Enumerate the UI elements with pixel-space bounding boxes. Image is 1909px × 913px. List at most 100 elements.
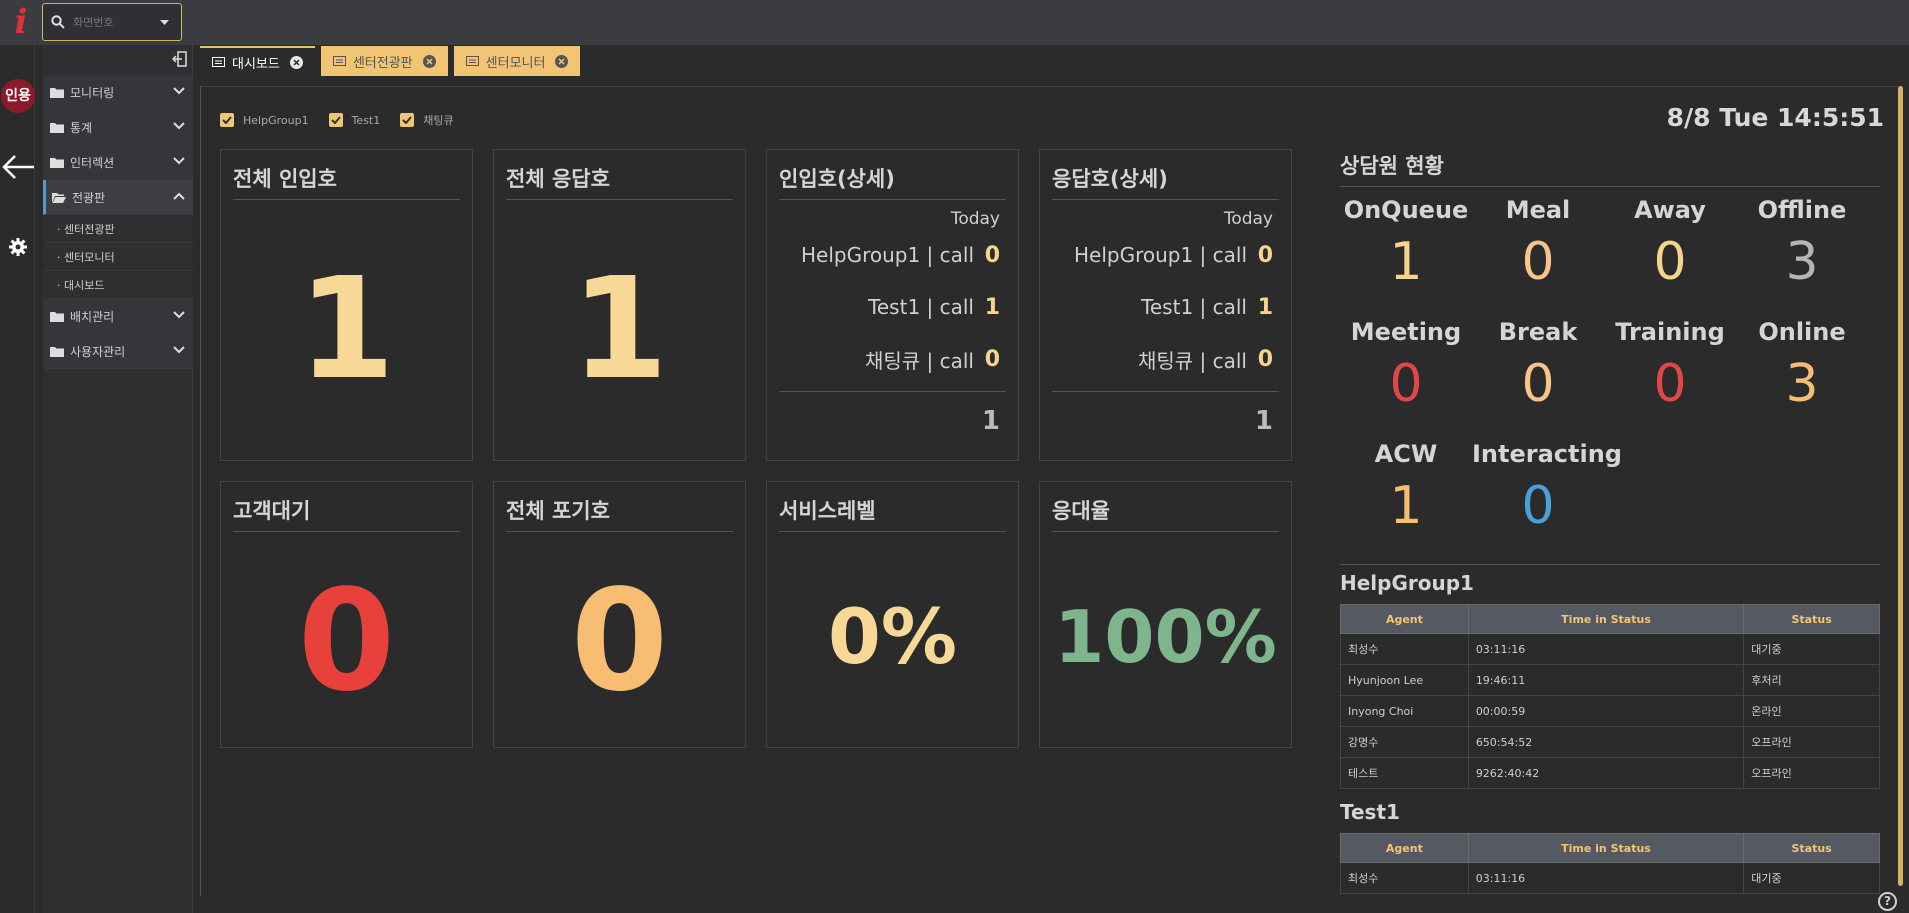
divider bbox=[1340, 564, 1880, 565]
table-cell: Inyong Choi bbox=[1340, 695, 1469, 727]
app-logo[interactable]: i bbox=[6, 2, 36, 42]
sidebar-collapse-icon[interactable] bbox=[170, 49, 190, 69]
agent-stat: Away 0 bbox=[1604, 193, 1736, 315]
queue-label: 채팅큐 | call bbox=[1137, 348, 1247, 373]
card-customer-waiting: 고객대기 0 bbox=[220, 481, 473, 748]
table-row[interactable]: Hyunjoon Lee 19:46:11 후처리 bbox=[1340, 664, 1880, 696]
column-header[interactable]: Status bbox=[1743, 833, 1880, 863]
table-cell: 00:00:59 bbox=[1467, 695, 1745, 727]
queue-value: 0 bbox=[984, 346, 1000, 372]
agent-stat: Training 0 bbox=[1604, 315, 1736, 437]
app-window: i 인용 모니터링 bbox=[0, 0, 1909, 913]
table-cell: 650:54:52 bbox=[1467, 726, 1745, 758]
checkbox-checked-icon[interactable] bbox=[220, 113, 234, 127]
sidebar-item-monitoring[interactable]: 모니터링 bbox=[43, 75, 193, 110]
sidebar-item-user-management[interactable]: 사용자관리 bbox=[43, 334, 193, 369]
column-header[interactable]: Time in Status bbox=[1467, 604, 1745, 634]
card-total-answered: 전체 응답호 1 bbox=[493, 149, 746, 461]
agent-stat-label: Away bbox=[1634, 196, 1706, 224]
scrollbar-thumb[interactable] bbox=[1898, 86, 1903, 886]
close-icon[interactable] bbox=[555, 54, 569, 68]
sidebar-subitem-center-monitor[interactable]: · 센터모니터 bbox=[43, 243, 193, 271]
tab-center-board[interactable]: 센터전광판 bbox=[320, 46, 448, 76]
agent-status-grid: OnQueue 1 Meal 0 Away 0 Offline 3 Meeting 0 Break 0… bbox=[1340, 193, 1880, 559]
table-row[interactable]: 최성수 03:11:16 대기중 bbox=[1340, 862, 1880, 894]
table-cell: 최성수 bbox=[1340, 633, 1469, 665]
sidebar-item-label: 모니터링 bbox=[70, 85, 115, 100]
queue-filters: HelpGroup1 Test1 채팅큐 bbox=[220, 112, 474, 128]
sidebar-menu: 모니터링 통계 인터렉션 전광판 · 센터전광판 · 센터모니터 · 대시보드 bbox=[43, 75, 193, 369]
column-header[interactable]: Agent bbox=[1340, 604, 1469, 634]
checkbox-checked-icon[interactable] bbox=[400, 113, 415, 127]
agent-stat: OnQueue 1 bbox=[1340, 193, 1472, 315]
window-icon bbox=[212, 57, 225, 67]
table-header-row: Agent Time in Status Status bbox=[1340, 833, 1880, 863]
sidebar-item-statistics[interactable]: 통계 bbox=[43, 110, 193, 145]
window-icon bbox=[332, 56, 346, 66]
close-icon[interactable] bbox=[422, 54, 436, 68]
sidebar-item-deployment[interactable]: 배치관리 bbox=[43, 299, 193, 334]
table-row[interactable]: 최성수 03:11:16 대기중 bbox=[1340, 633, 1880, 665]
gear-icon[interactable] bbox=[0, 232, 35, 262]
left-rail: 인용 bbox=[0, 45, 35, 913]
table-row[interactable]: 강명수 650:54:52 오프라인 bbox=[1340, 726, 1880, 758]
column-header[interactable]: Agent bbox=[1340, 833, 1469, 863]
dropdown-caret-icon[interactable] bbox=[153, 19, 175, 25]
sidebar-subitem-center-board[interactable]: · 센터전광판 bbox=[43, 215, 193, 243]
card-title: 응답호(상세) bbox=[1052, 163, 1279, 200]
period-label: Today bbox=[950, 209, 1000, 229]
sidebar-item-interaction[interactable]: 인터렉션 bbox=[43, 145, 193, 180]
screen-number-input[interactable] bbox=[73, 15, 153, 29]
checkbox-checked-icon[interactable] bbox=[328, 113, 343, 127]
screen-number-search[interactable] bbox=[42, 3, 182, 41]
period-label: Today bbox=[1223, 209, 1273, 229]
queue-value: 0 bbox=[1257, 346, 1273, 372]
agent-stat: ACW 1 bbox=[1340, 437, 1472, 559]
card-title: 서비스레벨 bbox=[779, 495, 1006, 532]
filter-test1[interactable]: Test1 bbox=[328, 113, 380, 127]
table-cell: 온라인 bbox=[1743, 695, 1880, 727]
vertical-scrollbar[interactable] bbox=[1897, 86, 1904, 886]
table-cell: 19:46:11 bbox=[1467, 664, 1745, 696]
table-row[interactable]: Inyong Choi 00:00:59 온라인 bbox=[1340, 695, 1880, 727]
agent-table-helpgroup1: Agent Time in Status Status 최성수 03:11:16 대기중 H… bbox=[1340, 604, 1880, 789]
agent-status-panel: 상담원 현황 OnQueue 1 Meal 0 Away 0 Offline 3 Meeting… bbox=[1340, 150, 1880, 559]
column-header[interactable]: Time in Status bbox=[1467, 833, 1745, 863]
table-header-row: Agent Time in Status Status bbox=[1340, 604, 1880, 634]
detail-row: HelpGroup1 | call 0 bbox=[767, 229, 1018, 281]
tab-center-monitor[interactable]: 센터모니터 bbox=[453, 46, 581, 76]
column-header[interactable]: Status bbox=[1743, 604, 1880, 634]
table-cell: 9262:40:42 bbox=[1467, 757, 1745, 789]
total-inbound-value: 1 bbox=[297, 248, 396, 411]
chevron-down-icon bbox=[173, 311, 185, 319]
close-icon[interactable] bbox=[289, 55, 303, 69]
tab-bar: 대시보드 센터전광판 센터모니터 bbox=[200, 46, 586, 76]
tab-dashboard[interactable]: 대시보드 bbox=[200, 46, 315, 76]
back-arrow-icon[interactable] bbox=[0, 152, 35, 182]
sidebar-subitem-dashboard[interactable]: · 대시보드 bbox=[43, 271, 193, 299]
agent-stat-label: ACW bbox=[1374, 440, 1438, 468]
table-cell: 최성수 bbox=[1340, 862, 1469, 894]
card-title: 전체 포기호 bbox=[506, 495, 733, 532]
agent-stat-value: 0 bbox=[1521, 476, 1555, 536]
detail-row: 채팅큐 | call 0 bbox=[767, 333, 1018, 385]
help-icon[interactable]: ? bbox=[1878, 892, 1897, 911]
card-inbound-detail: 인입호(상세) Today HelpGroup1 | call 0 Test1 |… bbox=[766, 149, 1019, 461]
table-row[interactable]: 테스트 9262:40:42 오프라인 bbox=[1340, 757, 1880, 789]
tab-label: 센터전광판 bbox=[352, 55, 413, 71]
detail-row: Test1 | call 1 bbox=[767, 281, 1018, 333]
agent-stat-label: Offline bbox=[1757, 196, 1847, 224]
user-avatar[interactable]: 인용 bbox=[1, 79, 35, 113]
agent-stat-label: Meal bbox=[1505, 196, 1571, 224]
agent-stat: Meeting 0 bbox=[1340, 315, 1472, 437]
card-service-level: 서비스레벨 0% bbox=[766, 481, 1019, 748]
queue-label: HelpGroup1 | call bbox=[1073, 243, 1247, 267]
total-abandoned-value: 0 bbox=[570, 560, 669, 723]
filter-chatting-queue[interactable]: 채팅큐 bbox=[400, 112, 454, 128]
chevron-down-icon bbox=[173, 122, 185, 130]
queue-label: Test1 | call bbox=[868, 295, 974, 319]
sidebar-item-display-board[interactable]: 전광판 bbox=[43, 180, 193, 215]
detail-total: 1 bbox=[1052, 391, 1279, 436]
queue-value: 1 bbox=[1257, 294, 1273, 320]
filter-helpgroup1[interactable]: HelpGroup1 bbox=[220, 113, 309, 127]
